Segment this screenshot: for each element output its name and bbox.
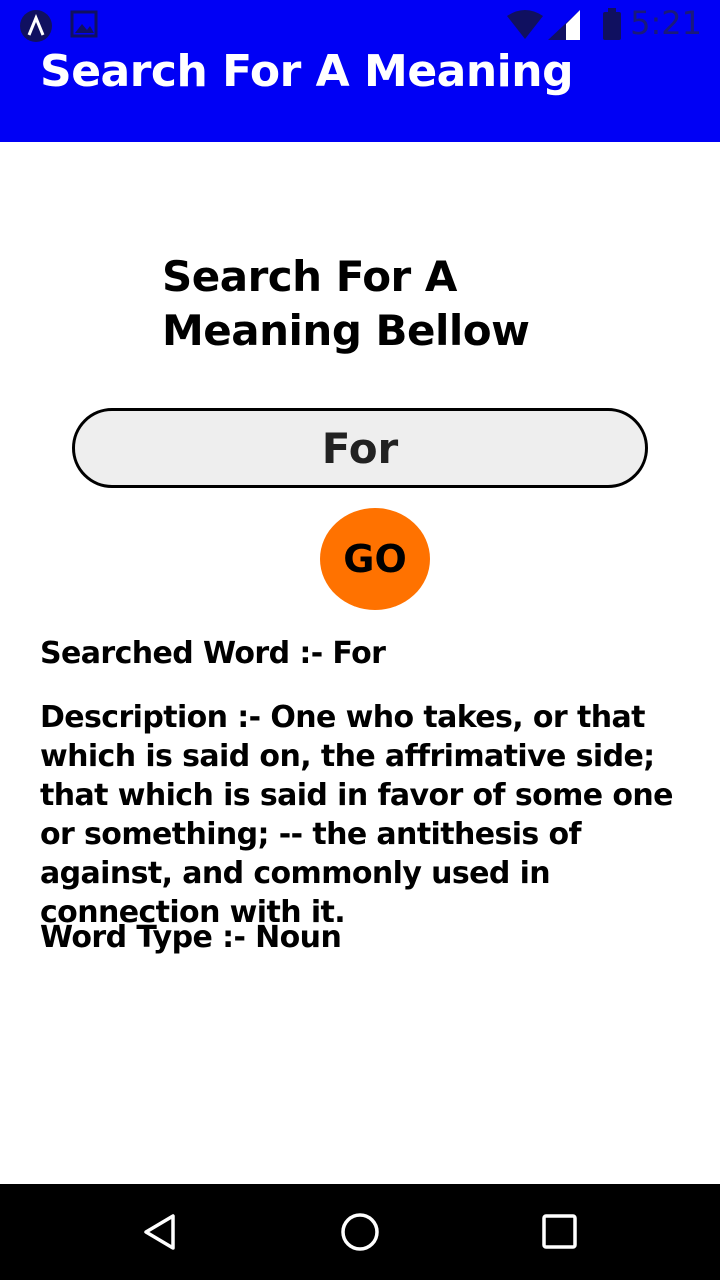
page-heading: Search For A Meaning Bellow xyxy=(162,252,530,355)
status-time: 5:21 xyxy=(630,4,702,42)
search-input[interactable] xyxy=(72,408,648,488)
navigation-bar xyxy=(0,1184,720,1280)
go-button[interactable]: GO xyxy=(320,508,430,610)
app-notification-icon xyxy=(18,8,54,49)
searched-word-text: Searched Word :- For xyxy=(40,636,386,671)
description-text: Description :- One who takes, or that wh… xyxy=(40,700,673,930)
app-title: Search For A Meaning xyxy=(40,46,574,97)
image-notification-icon xyxy=(70,8,100,45)
home-icon[interactable] xyxy=(330,1202,390,1262)
recents-icon[interactable] xyxy=(530,1202,590,1262)
status-bar: 5:21 xyxy=(0,0,720,48)
battery-icon xyxy=(602,8,622,45)
word-type-text: Word Type :- Noun xyxy=(40,920,342,955)
signal-icon xyxy=(548,10,582,45)
wifi-icon xyxy=(506,10,544,45)
back-icon[interactable] xyxy=(130,1202,190,1262)
